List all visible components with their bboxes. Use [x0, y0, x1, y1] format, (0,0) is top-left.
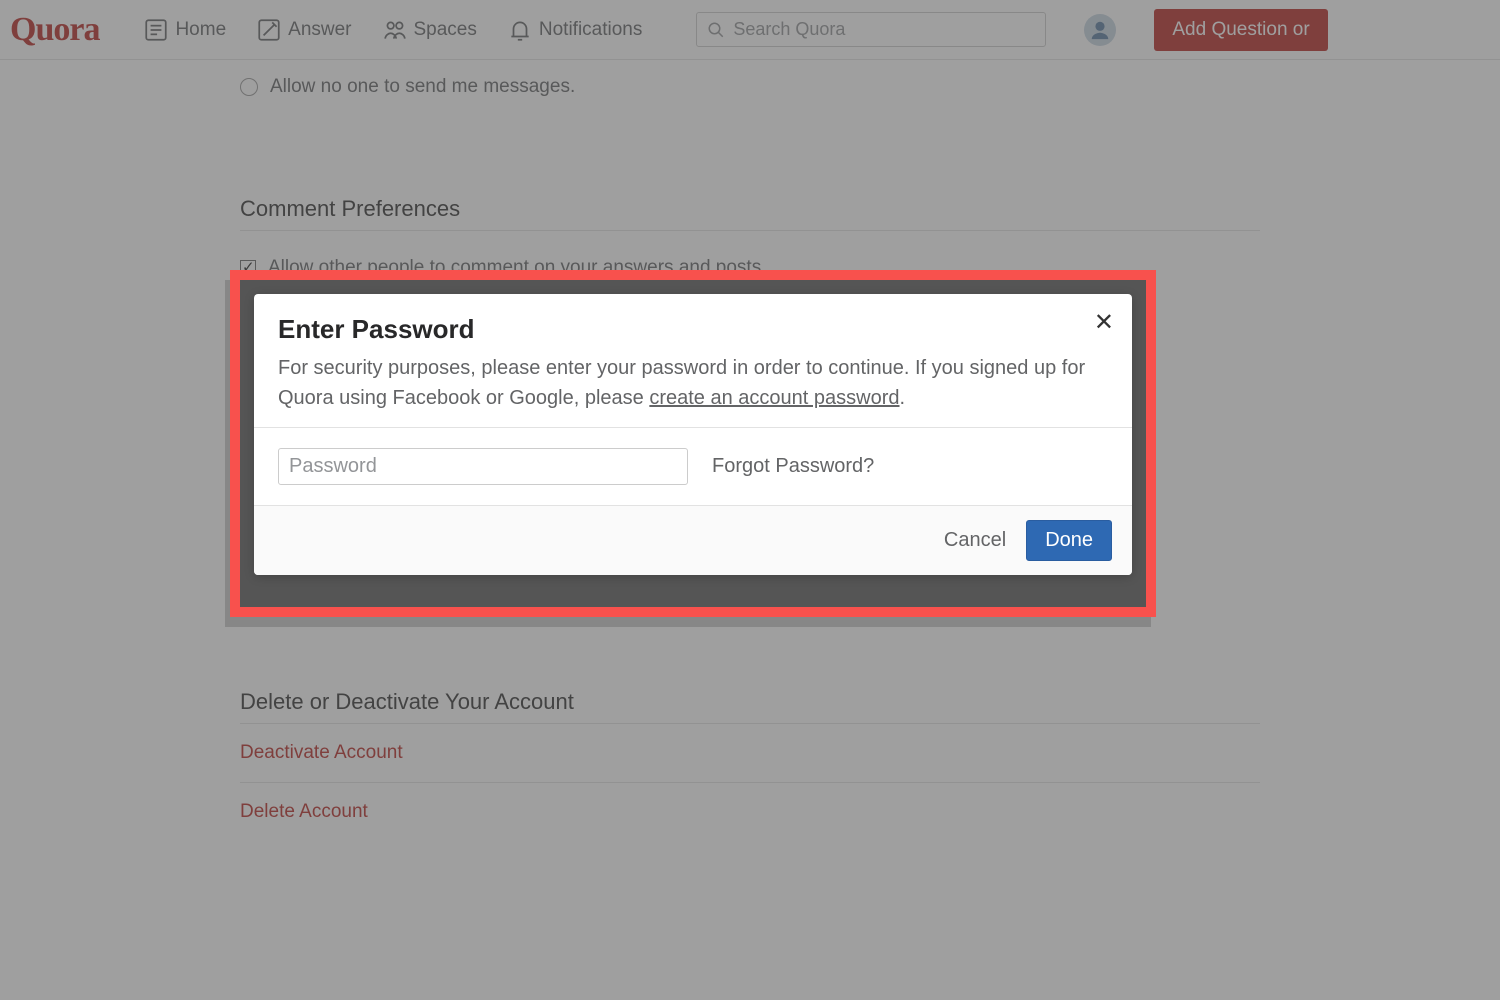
forgot-password-link[interactable]: Forgot Password? — [712, 455, 874, 478]
close-icon[interactable]: ✕ — [1094, 308, 1114, 337]
create-password-link[interactable]: create an account password — [649, 387, 899, 409]
modal-description: For security purposes, please enter your… — [278, 353, 1108, 413]
modal-desc-text-b: . — [900, 387, 906, 409]
password-input[interactable] — [278, 448, 688, 485]
cancel-button[interactable]: Cancel — [944, 529, 1006, 552]
password-modal: Enter Password For security purposes, pl… — [254, 294, 1132, 575]
done-button[interactable]: Done — [1026, 520, 1112, 561]
annotation-highlight: Enter Password For security purposes, pl… — [230, 270, 1156, 617]
modal-title: Enter Password — [278, 314, 1108, 345]
